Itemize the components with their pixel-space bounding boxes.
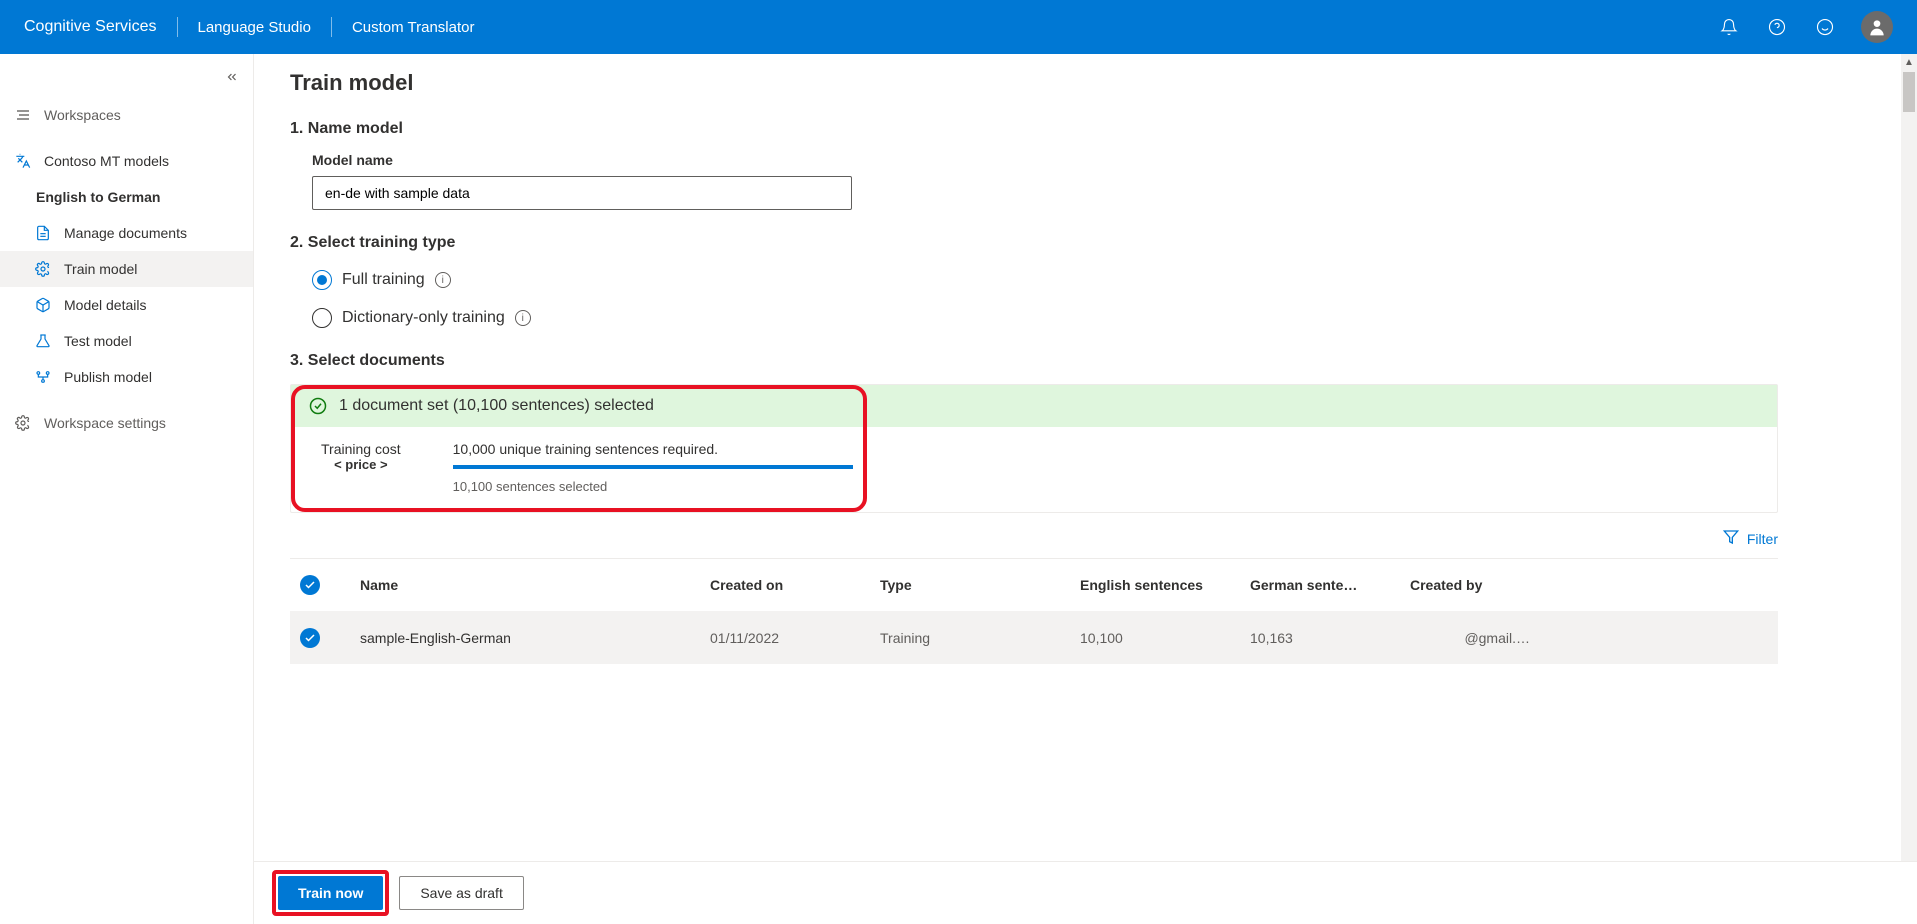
select-all-checkbox[interactable] xyxy=(300,575,360,595)
sidebar-item-label: Publish model xyxy=(64,369,152,385)
cell-name: sample-English-German xyxy=(360,630,710,646)
sidebar-item-workspaces[interactable]: Workspaces xyxy=(0,97,253,133)
page-footer: Train now Save as draft xyxy=(254,861,1917,924)
check-circle-icon xyxy=(309,397,327,415)
scrollbar-thumb[interactable] xyxy=(1903,72,1915,112)
progress-requirement: 10,000 unique training sentences require… xyxy=(453,441,853,457)
save-draft-button[interactable]: Save as draft xyxy=(399,876,524,910)
notifications-icon[interactable] xyxy=(1709,7,1749,47)
document-icon xyxy=(34,225,52,241)
main-content: Train model 1. Name model Model name 2. … xyxy=(254,54,1814,764)
sidebar-collapse-icon[interactable] xyxy=(225,70,239,89)
cell-english: 10,100 xyxy=(1080,630,1250,646)
user-avatar[interactable] xyxy=(1861,11,1893,43)
row-checkbox[interactable] xyxy=(300,628,360,648)
sidebar-item-workspace-settings[interactable]: Workspace settings xyxy=(0,405,253,441)
breadcrumb: Cognitive Services Language Studio Custo… xyxy=(24,17,1709,37)
sidebar: Workspaces Contoso MT models English to … xyxy=(0,54,254,924)
cell-created-by: @gmail.… xyxy=(1410,630,1530,646)
model-name-label: Model name xyxy=(312,152,1778,168)
feedback-icon[interactable] xyxy=(1805,7,1845,47)
selection-banner-text: 1 document set (10,100 sentences) select… xyxy=(339,397,654,415)
sidebar-item-manage-documents[interactable]: Manage documents xyxy=(0,215,253,251)
step2-heading: 2. Select training type xyxy=(290,234,1778,252)
progress-subtext: 10,100 sentences selected xyxy=(453,479,853,494)
sidebar-item-label: Model details xyxy=(64,297,147,313)
table-row[interactable]: sample-English-German 01/11/2022 Trainin… xyxy=(290,612,1778,664)
scrollbar[interactable]: ▲ ▼ xyxy=(1901,54,1917,924)
sidebar-item-label: Train model xyxy=(64,261,137,277)
main-scroll-area[interactable]: Train model 1. Name model Model name 2. … xyxy=(254,54,1917,924)
step1-heading: 1. Name model xyxy=(290,120,1778,138)
sidebar-item-label: Workspaces xyxy=(44,107,121,123)
radio-label: Dictionary-only training xyxy=(342,309,505,327)
table-header-row: Name Created on Type English sentences G… xyxy=(290,558,1778,612)
col-created[interactable]: Created on xyxy=(710,577,880,593)
scrollbar-up-icon[interactable]: ▲ xyxy=(1901,54,1917,70)
sidebar-item-model-details[interactable]: Model details xyxy=(0,287,253,323)
sidebar-item-label: Test model xyxy=(64,333,132,349)
filter-label: Filter xyxy=(1747,531,1778,547)
list-icon xyxy=(14,107,32,123)
documents-table: Name Created on Type English sentences G… xyxy=(290,558,1778,664)
cell-created: 01/11/2022 xyxy=(710,630,880,646)
help-icon[interactable] xyxy=(1757,7,1797,47)
col-name[interactable]: Name xyxy=(360,577,710,593)
sidebar-item-workspace[interactable]: Contoso MT models xyxy=(0,143,253,179)
header-actions xyxy=(1709,7,1893,47)
network-icon xyxy=(34,369,52,385)
col-created-by[interactable]: Created by xyxy=(1410,577,1530,593)
translate-icon xyxy=(14,153,32,169)
sidebar-item-label: English to German xyxy=(36,189,160,205)
radio-icon[interactable] xyxy=(312,308,332,328)
gear-icon xyxy=(14,415,32,431)
sidebar-item-project[interactable]: English to German xyxy=(0,179,253,215)
cube-icon xyxy=(34,297,52,313)
breadcrumb-custom-translator[interactable]: Custom Translator xyxy=(332,19,495,36)
filter-button[interactable]: Filter xyxy=(1723,529,1778,548)
cell-type: Training xyxy=(880,630,1080,646)
radio-icon[interactable] xyxy=(312,270,332,290)
step3-heading: 3. Select documents xyxy=(290,352,1778,370)
selection-banner: 1 document set (10,100 sentences) select… xyxy=(291,385,1777,427)
sidebar-item-test-model[interactable]: Test model xyxy=(0,323,253,359)
train-now-button[interactable]: Train now xyxy=(278,876,383,910)
sidebar-item-label: Workspace settings xyxy=(44,415,166,431)
model-name-input[interactable] xyxy=(312,176,852,210)
info-icon[interactable]: i xyxy=(515,310,531,326)
progress-area: 10,000 unique training sentences require… xyxy=(453,441,853,494)
sidebar-item-label: Contoso MT models xyxy=(44,153,169,169)
cost-value: < price > xyxy=(321,457,401,472)
col-type[interactable]: Type xyxy=(880,577,1080,593)
beaker-icon xyxy=(34,333,52,349)
training-type-dictionary[interactable]: Dictionary-only training i xyxy=(312,308,1778,328)
breadcrumb-language-studio[interactable]: Language Studio xyxy=(178,19,331,36)
info-icon[interactable]: i xyxy=(435,272,451,288)
filter-icon xyxy=(1723,529,1739,548)
col-english[interactable]: English sentences xyxy=(1080,577,1250,593)
sidebar-item-publish-model[interactable]: Publish model xyxy=(0,359,253,395)
cost-label-text: Training cost xyxy=(321,441,401,457)
selection-summary-panel: 1 document set (10,100 sentences) select… xyxy=(290,384,1778,513)
breadcrumb-cognitive-services[interactable]: Cognitive Services xyxy=(24,18,177,36)
col-german[interactable]: German sente… xyxy=(1250,577,1410,593)
sidebar-item-train-model[interactable]: Train model xyxy=(0,251,253,287)
app-header: Cognitive Services Language Studio Custo… xyxy=(0,0,1917,54)
page-title: Train model xyxy=(290,70,1778,96)
training-cost: Training cost < price > xyxy=(321,441,401,472)
cost-row: Training cost < price > 10,000 unique tr… xyxy=(291,427,1777,512)
gear-play-icon xyxy=(34,261,52,277)
training-type-full[interactable]: Full training i xyxy=(312,270,1778,290)
cell-german: 10,163 xyxy=(1250,630,1410,646)
radio-label: Full training xyxy=(342,271,425,289)
progress-bar xyxy=(453,465,853,469)
sidebar-item-label: Manage documents xyxy=(64,225,187,241)
